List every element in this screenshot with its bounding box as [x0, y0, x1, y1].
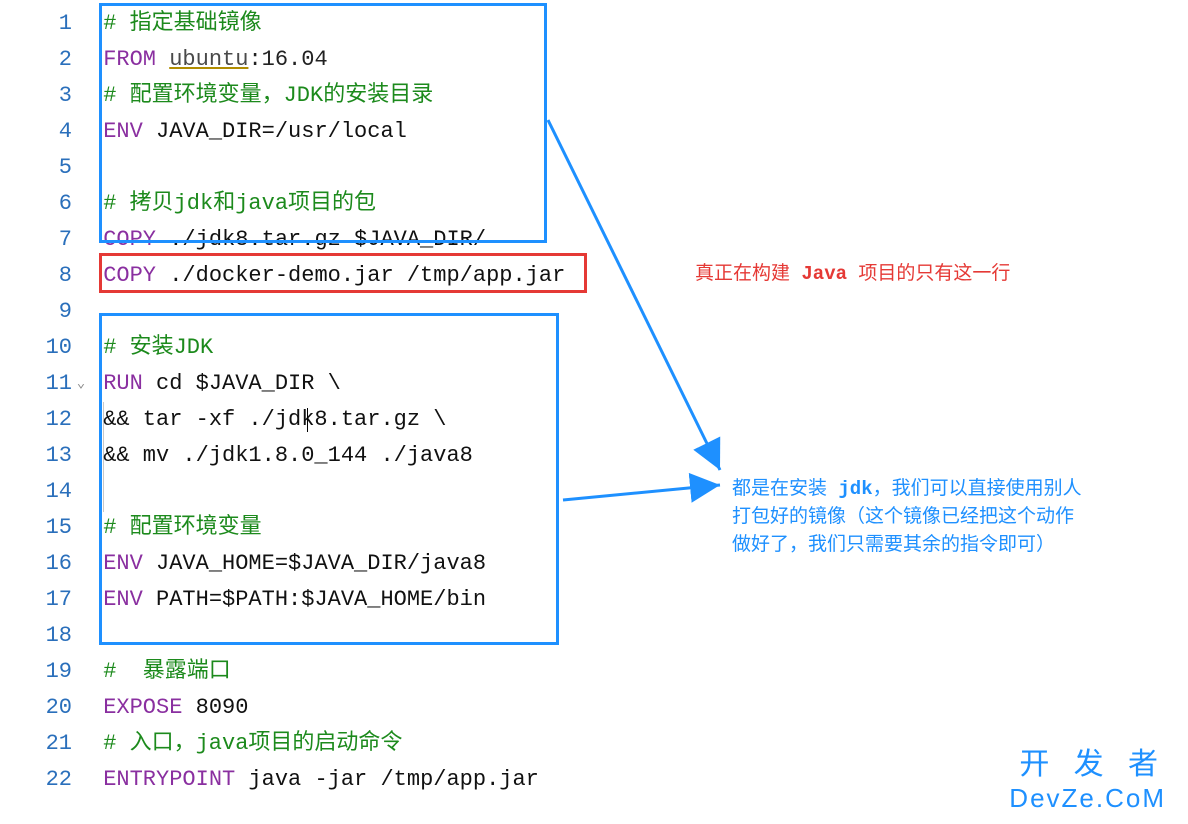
keyword-expose: EXPOSE [103, 695, 182, 720]
watermark-line1: 开 发 者 [1009, 739, 1166, 783]
code-line[interactable]: # 配置环境变量，JDK的安装目录 [90, 78, 565, 114]
code-line[interactable]: # 暴露端口 [90, 654, 565, 690]
line-number: 3 [0, 78, 72, 114]
code-line[interactable]: # 安装JDK [90, 330, 565, 366]
keyword-copy: COPY [103, 263, 156, 288]
line-number: 11 [0, 366, 72, 402]
keyword-from: FROM [103, 47, 156, 72]
code-area[interactable]: # 指定基础镜像 FROM ubuntu:16.04 # 配置环境变量，JDK的… [90, 6, 565, 798]
code-line[interactable]: # 指定基础镜像 [90, 6, 565, 42]
line-number: 5 [0, 150, 72, 186]
line-number: 17 [0, 582, 72, 618]
line-number: 22 [0, 762, 72, 798]
env-assign: PATH=$PATH:$JAVA_HOME/bin [143, 587, 486, 612]
anno-red-suffix: 项目的只有这一行 [847, 263, 1010, 285]
line-number: 9 [0, 294, 72, 330]
line-number: 13 [0, 438, 72, 474]
line-number: 14 [0, 474, 72, 510]
code-line[interactable]: COPY ./jdk8.tar.gz $JAVA_DIR/ [90, 222, 565, 258]
comment: # 拷贝jdk和java项目的包 [103, 191, 376, 216]
line-number: 21 [0, 726, 72, 762]
code-line[interactable]: # 拷贝jdk和java项目的包 [90, 186, 565, 222]
line-number: 15 [0, 510, 72, 546]
image-tag: :16.04 [248, 47, 327, 72]
code-line[interactable] [90, 150, 565, 186]
line-number: 8 [0, 258, 72, 294]
anno-blue-l1-prefix: 都是在安装 [732, 478, 838, 500]
image-name: ubuntu [169, 47, 248, 72]
code-line[interactable]: # 配置环境变量 [90, 510, 565, 546]
anno-blue-l1-bold: jdk [838, 478, 872, 500]
line-number: 18 [0, 618, 72, 654]
anno-red-prefix: 真正在构建 [695, 263, 801, 285]
line-number: 6 [0, 186, 72, 222]
entrypoint-args: java -jar /tmp/app.jar [235, 767, 539, 792]
comment: # 暴露端口 [103, 659, 231, 684]
comment: # 指定基础镜像 [103, 11, 261, 36]
code-line[interactable]: ENV PATH=$PATH:$JAVA_HOME/bin [90, 582, 565, 618]
anno-blue-l1-suffix: ，我们可以直接使用别人 [873, 478, 1082, 500]
code-line[interactable]: ⌄ RUN cd $JAVA_DIR \ [90, 366, 565, 402]
env-assign: JAVA_HOME=$JAVA_DIR/java8 [143, 551, 486, 576]
code-line[interactable]: # 入口，java项目的启动命令 [90, 726, 565, 762]
line-number: 1 [0, 6, 72, 42]
code-line[interactable]: ENV JAVA_HOME=$JAVA_DIR/java8 [90, 546, 565, 582]
keyword-copy: COPY [103, 227, 156, 252]
line-number: 10 [0, 330, 72, 366]
line-number: 2 [0, 42, 72, 78]
code-line[interactable] [90, 474, 565, 510]
line-number: 16 [0, 546, 72, 582]
code-line[interactable] [90, 618, 565, 654]
keyword-run: RUN [103, 371, 143, 396]
watermark: 开 发 者 DevZe.CoM [1009, 739, 1166, 814]
comment: # 入口，java项目的启动命令 [103, 731, 402, 756]
annotation-blue: 都是在安装 jdk，我们可以直接使用别人 打包好的镜像（这个镜像已经把这个动作 … [732, 475, 1082, 559]
run-continuation: && mv ./jdk1.8.0_144 ./java8 [90, 443, 473, 468]
keyword-env: ENV [103, 587, 143, 612]
watermark-line2: DevZe.CoM [1009, 783, 1166, 814]
line-number: 20 [0, 690, 72, 726]
anno-red-bold: Java [801, 263, 847, 285]
code-line[interactable]: && mv ./jdk1.8.0_144 ./java8 [90, 438, 565, 474]
annotation-red: 真正在构建 Java 项目的只有这一行 [695, 260, 1010, 288]
code-line[interactable] [90, 294, 565, 330]
line-number: 7 [0, 222, 72, 258]
line-number: 12 [0, 402, 72, 438]
line-number-gutter: 1 2 3 4 5 6 7 8 9 10 11 12 13 14 15 16 1… [0, 6, 90, 798]
keyword-env: ENV [103, 551, 143, 576]
comment: # 安装JDK [103, 335, 213, 360]
code-line[interactable]: FROM ubuntu:16.04 [90, 42, 565, 78]
code-line[interactable]: ENTRYPOINT java -jar /tmp/app.jar [90, 762, 565, 798]
keyword-env: ENV [103, 119, 143, 144]
text-cursor [307, 408, 308, 432]
env-assign: JAVA_DIR=/usr/local [143, 119, 407, 144]
code-line[interactable]: COPY ./docker-demo.jar /tmp/app.jar [90, 258, 565, 294]
copy-args: ./docker-demo.jar /tmp/app.jar [156, 263, 565, 288]
run-continuation: && tar -xf ./jdk8.tar.gz \ [90, 407, 446, 432]
code-editor[interactable]: 1 2 3 4 5 6 7 8 9 10 11 12 13 14 15 16 1… [0, 0, 1188, 798]
run-args: cd $JAVA_DIR \ [143, 371, 341, 396]
comment: # 配置环境变量 [103, 515, 261, 540]
anno-blue-l3: 做好了，我们只需要其余的指令即可） [732, 531, 1082, 559]
expose-port: 8090 [182, 695, 248, 720]
copy-args: ./jdk8.tar.gz $JAVA_DIR/ [156, 227, 486, 252]
line-number: 19 [0, 654, 72, 690]
fold-marker-icon[interactable]: ⌄ [76, 366, 86, 402]
code-line[interactable]: EXPOSE 8090 [90, 690, 565, 726]
code-line[interactable]: ENV JAVA_DIR=/usr/local [90, 114, 565, 150]
anno-blue-l2: 打包好的镜像（这个镜像已经把这个动作 [732, 503, 1082, 531]
comment: # 配置环境变量，JDK的安装目录 [103, 83, 433, 108]
line-number: 4 [0, 114, 72, 150]
code-line[interactable]: && tar -xf ./jdk8.tar.gz \ [90, 402, 565, 438]
keyword-entrypoint: ENTRYPOINT [103, 767, 235, 792]
